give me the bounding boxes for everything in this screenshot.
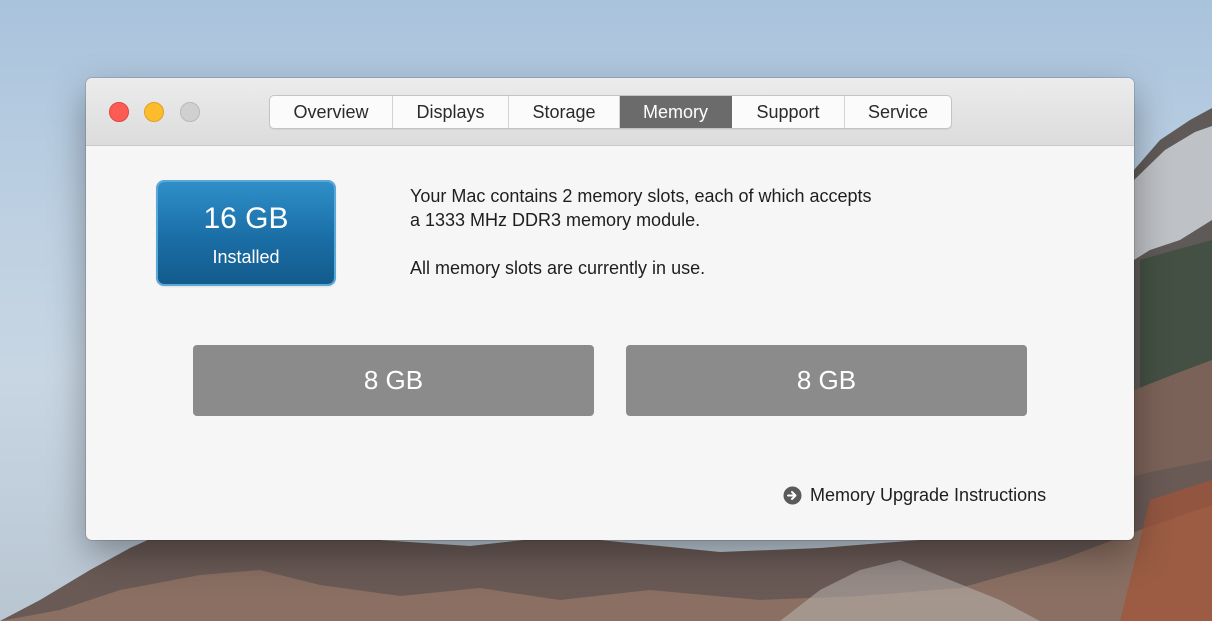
memory-slots-status: All memory slots are currently in use. xyxy=(410,258,706,278)
close-window-button[interactable] xyxy=(109,102,129,122)
memory-description-line2: a 1333 MHz DDR3 memory module. xyxy=(410,210,701,230)
memory-upgrade-instructions-label[interactable]: Memory Upgrade Instructions xyxy=(810,485,1046,506)
tab-support[interactable]: Support xyxy=(732,96,845,128)
memory-slot-2: 8 GB xyxy=(626,345,1027,416)
memory-slot-1: 8 GB xyxy=(193,345,594,416)
memory-installed-label: Installed xyxy=(212,247,280,267)
about-this-mac-window: Overview Displays Storage Memory Support… xyxy=(86,78,1134,540)
memory-amount: 16 GB xyxy=(203,202,289,235)
memory-total-badge: 16 GB Installed xyxy=(158,182,334,284)
memory-upgrade-instructions-link[interactable]: Memory Upgrade Instructions xyxy=(783,483,1046,507)
window-titlebar[interactable]: Overview Displays Storage Memory Support… xyxy=(86,78,1134,146)
minimize-window-button[interactable] xyxy=(144,102,164,122)
zoom-window-button xyxy=(180,102,200,122)
tab-overview[interactable]: Overview xyxy=(270,96,393,128)
tab-service[interactable]: Service xyxy=(845,96,951,128)
tab-memory[interactable]: Memory xyxy=(620,96,732,128)
memory-description-line1: Your Mac contains 2 memory slots, each o… xyxy=(410,186,872,206)
tab-displays[interactable]: Displays xyxy=(393,96,509,128)
tab-storage[interactable]: Storage xyxy=(509,96,620,128)
arrow-circle-right-icon xyxy=(783,486,802,505)
tab-bar: Overview Displays Storage Memory Support… xyxy=(269,95,952,129)
